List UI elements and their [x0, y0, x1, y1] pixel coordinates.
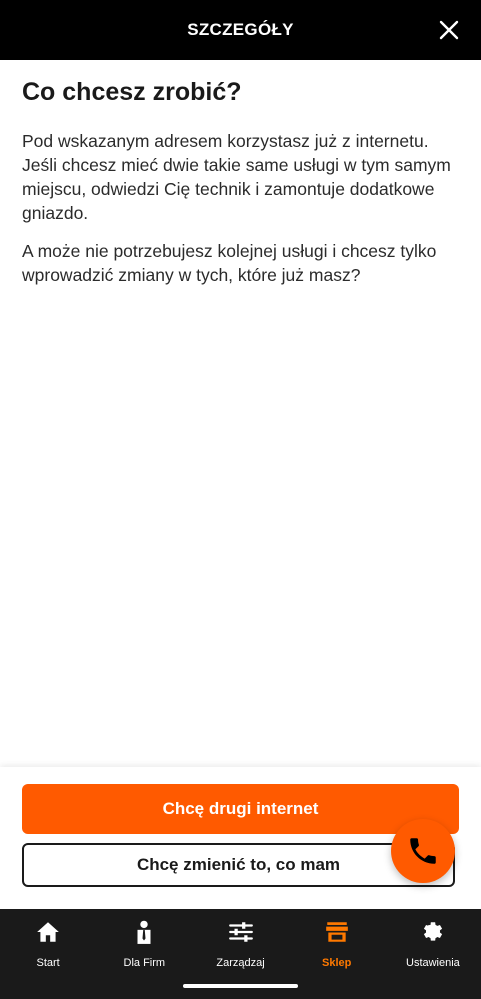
phone-icon [410, 838, 436, 864]
tab-sklep[interactable]: Sklep [289, 909, 385, 999]
gear-icon [423, 922, 443, 941]
close-icon [439, 20, 459, 40]
question-paragraph: A może nie potrzebujesz kolejnej usługi … [22, 241, 437, 285]
close-button[interactable] [437, 18, 461, 42]
details-content: Co chcesz zrobić? Pod wskazanym adresem … [22, 78, 462, 301]
tab-label: Ustawienia [406, 957, 460, 969]
top-bar: SZCZEGÓŁY [0, 0, 481, 60]
tab-start[interactable]: Start [0, 909, 96, 999]
page-title: SZCZEGÓŁY [187, 20, 294, 39]
tab-label: Start [36, 957, 60, 969]
home-indicator[interactable] [183, 984, 298, 988]
tab-label: Zarządzaj [216, 957, 265, 969]
sliders-icon [228, 922, 253, 942]
second-internet-button[interactable]: Chcę drugi internet [22, 784, 459, 834]
call-button[interactable] [391, 819, 455, 883]
tab-label: Sklep [322, 957, 352, 969]
question-heading: Co chcesz zrobić? [22, 78, 242, 106]
business-person-icon [137, 920, 151, 944]
tab-dla-firm[interactable]: Dla Firm [96, 909, 192, 999]
info-paragraph: Pod wskazanym adresem korzystasz już z i… [22, 131, 451, 223]
shop-icon [325, 922, 348, 942]
tab-ustawienia[interactable]: Ustawienia [385, 909, 481, 999]
home-icon [37, 922, 59, 942]
tab-label: Dla Firm [123, 957, 166, 969]
